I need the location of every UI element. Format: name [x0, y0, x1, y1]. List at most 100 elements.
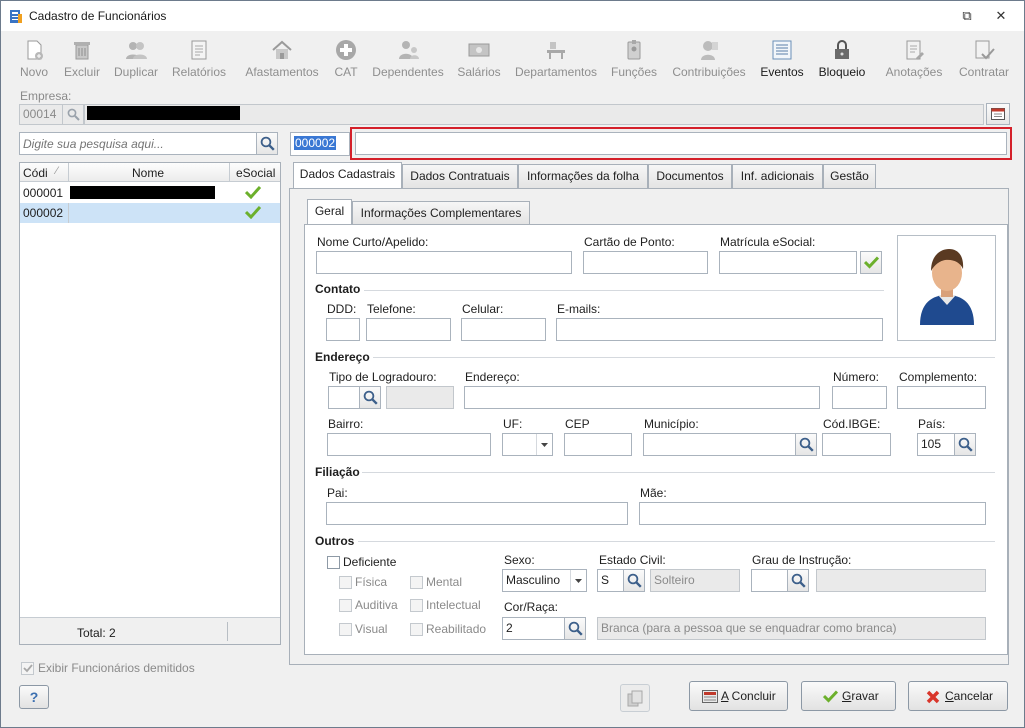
col-code-header[interactable]: Códi [23, 166, 48, 180]
user-avatar-icon [920, 249, 974, 325]
estado-civil-code-field[interactable]: S [597, 569, 624, 592]
tipo-logradouro-field[interactable] [328, 386, 360, 409]
uf-select[interactable] [502, 433, 553, 456]
close-button[interactable]: ✕ [991, 7, 1011, 25]
celular-field[interactable] [461, 318, 546, 341]
empresa-calendar-button[interactable] [986, 103, 1010, 125]
subtab-informacoes-complementares[interactable]: Informações Complementares [352, 201, 530, 225]
municipio-search-button[interactable] [795, 433, 817, 456]
intelectual-checkbox[interactable] [410, 599, 423, 612]
report-icon [191, 40, 207, 60]
toolbar-anotacoes-button[interactable]: Anotações [881, 34, 947, 80]
current-name-field[interactable] [355, 132, 1007, 155]
mae-field[interactable] [639, 502, 986, 525]
toolbar-salarios-button[interactable]: Salários [455, 34, 503, 80]
toolbar-contribuicoes-button[interactable]: Contribuições [669, 34, 749, 80]
search-icon [260, 136, 275, 151]
cor-raca-code-field[interactable]: 2 [502, 617, 565, 640]
row-code: 000001 [23, 186, 64, 200]
dependents-icon [399, 41, 419, 59]
grau-instrucao-search-button[interactable] [787, 569, 809, 592]
nome-curto-field[interactable] [316, 251, 572, 274]
pais-search-button[interactable] [954, 433, 976, 456]
pais-field[interactable]: 105 [917, 433, 955, 456]
visual-checkbox[interactable] [339, 623, 352, 636]
telefone-field[interactable] [366, 318, 451, 341]
cod-ibge-field[interactable] [822, 433, 891, 456]
endereco-field[interactable] [464, 386, 820, 409]
empresa-label: Empresa: [20, 89, 72, 103]
col-esocial-header[interactable]: eSocial [236, 166, 275, 180]
numero-label: Número: [833, 370, 880, 384]
mental-checkbox[interactable] [410, 576, 423, 589]
toolbar-novo-button[interactable]: Novo [15, 34, 53, 80]
restore-button[interactable]: ⧉ [957, 7, 977, 25]
toolbar-excluir-button[interactable]: Excluir [61, 34, 103, 80]
users-icon [126, 42, 147, 59]
estado-civil-search-button[interactable] [623, 569, 645, 592]
sexo-select[interactable]: Masculino [502, 569, 587, 592]
photo-frame[interactable] [897, 235, 996, 341]
toolbar-funcoes-button[interactable]: Funções [609, 34, 659, 80]
show-fired-checkbox[interactable] [21, 662, 34, 675]
toolbar-afastamentos-button[interactable]: Afastamentos [243, 34, 321, 80]
toolbar-relatorios-button[interactable]: Relatórios [171, 34, 227, 80]
toolbar-cat-button[interactable]: CAT [331, 34, 361, 80]
matricula-label: Matrícula eSocial: [720, 235, 816, 249]
nome-curto-label: Nome Curto/Apelido: [317, 235, 429, 249]
auditiva-checkbox[interactable] [339, 599, 352, 612]
tab-dados-contratuais[interactable]: Dados Contratuais [402, 164, 518, 189]
table-row[interactable]: 000001 [20, 183, 280, 203]
toolbar-dependentes-button[interactable]: Dependentes [371, 34, 445, 80]
search-input[interactable] [19, 132, 257, 155]
municipio-field[interactable] [643, 433, 796, 456]
cor-raca-search-button[interactable] [564, 617, 586, 640]
concluir-button[interactable]: A Concluir [689, 681, 788, 711]
gravar-button[interactable]: Gravar [801, 681, 896, 711]
tipo-logradouro-label: Tipo de Logradouro: [329, 370, 437, 384]
col-divider [227, 622, 228, 641]
matricula-check-button[interactable] [860, 251, 882, 274]
subtab-geral[interactable]: Geral [307, 199, 352, 225]
search-icon [958, 437, 973, 452]
grau-instrucao-code-field[interactable] [751, 569, 788, 592]
tab-inf-adicionais[interactable]: Inf. adicionais [732, 164, 823, 189]
bairro-field[interactable] [327, 433, 491, 456]
toolbar-contratar-button[interactable]: Contratar [955, 34, 1013, 80]
toolbar-duplicar-button[interactable]: Duplicar [111, 34, 161, 80]
tab-dados-cadastrais[interactable]: Dados Cadastrais [293, 162, 402, 189]
tab-informacoes-folha[interactable]: Informações da folha [518, 164, 648, 189]
emails-field[interactable] [556, 318, 883, 341]
current-code-field[interactable]: 000002 [290, 132, 350, 156]
matricula-field[interactable] [719, 251, 857, 274]
search-button[interactable] [256, 132, 278, 155]
cep-field[interactable] [564, 433, 632, 456]
ddd-field[interactable] [326, 318, 360, 341]
empresa-code-field[interactable]: 00014 [19, 104, 63, 125]
deficiente-label: Deficiente [343, 555, 397, 569]
table-row[interactable]: 000002 [20, 203, 280, 223]
grau-instrucao-label: Grau de Instrução: [752, 553, 852, 567]
tipo-logradouro-search-button[interactable] [359, 386, 381, 409]
deficiente-checkbox[interactable] [327, 556, 340, 569]
copy-button[interactable] [620, 684, 650, 712]
numero-field[interactable] [832, 386, 887, 409]
toolbar-bloqueio-button[interactable]: Bloqueio [815, 34, 869, 80]
help-button[interactable]: ? [19, 685, 49, 709]
empresa-name-field[interactable] [84, 104, 984, 125]
title-bar: Cadastro de Funcionários ⧉ ✕ [1, 1, 1024, 31]
pai-field[interactable] [326, 502, 628, 525]
complemento-field[interactable] [897, 386, 986, 409]
check-icon [823, 690, 838, 703]
reabilitado-checkbox[interactable] [410, 623, 423, 636]
toolbar-departamentos-button[interactable]: Departamentos [513, 34, 599, 80]
col-name-header[interactable]: Nome [132, 166, 164, 180]
cancelar-button[interactable]: Cancelar [908, 681, 1008, 711]
tab-gestao[interactable]: Gestão [823, 164, 876, 189]
notes-icon [906, 40, 924, 60]
toolbar-eventos-button[interactable]: Eventos [759, 34, 805, 80]
cartao-field[interactable] [583, 251, 708, 274]
tab-documentos[interactable]: Documentos [648, 164, 732, 189]
fisica-checkbox[interactable] [339, 576, 352, 589]
empresa-search-button[interactable] [62, 104, 84, 125]
